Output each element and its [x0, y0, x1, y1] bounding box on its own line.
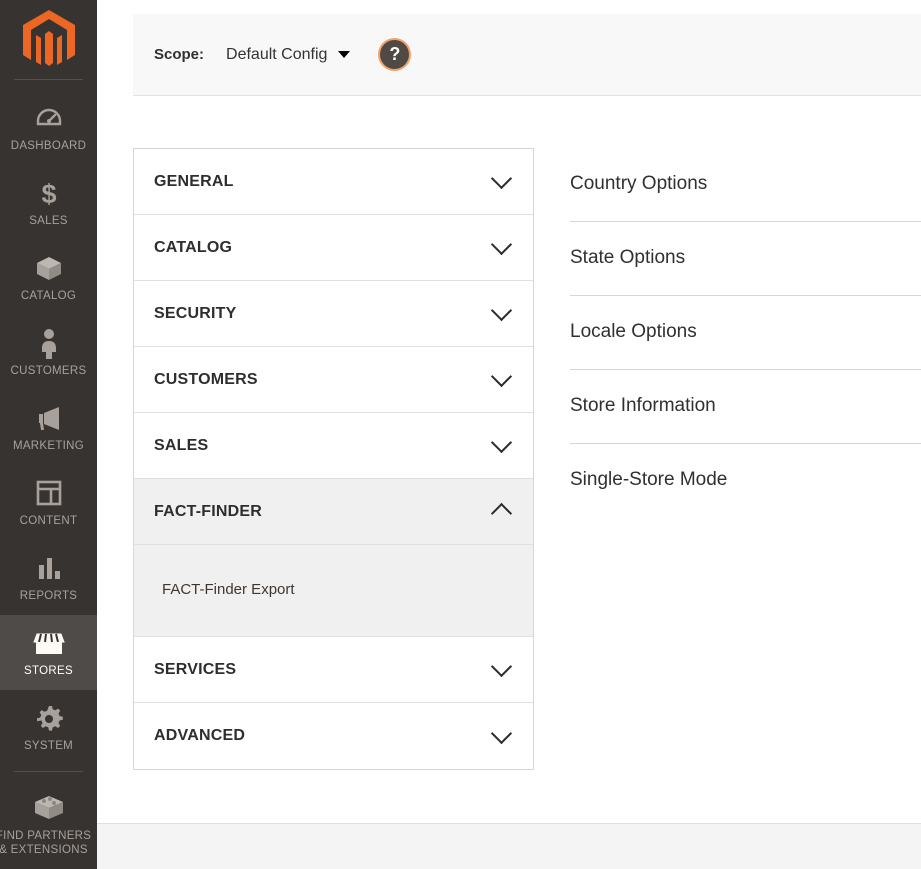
- sidebar-divider-top: [14, 79, 83, 81]
- sidebar-item-label: FIND PARTNERS & EXTENSIONS: [0, 830, 92, 857]
- sidebar-item-system[interactable]: SYSTEM: [0, 690, 97, 765]
- sidebar-item-catalog[interactable]: CATALOG: [0, 240, 97, 315]
- config-section-title: GENERAL: [154, 172, 234, 190]
- sidebar-item-label: REPORTS: [19, 590, 78, 603]
- chevron-down-icon: [490, 655, 513, 678]
- chevron-down-icon: [490, 299, 513, 322]
- main-content: Scope: Default Config ? GENERAL CATALOG …: [97, 0, 921, 869]
- sidebar-item-dashboard[interactable]: DASHBOARD: [0, 90, 97, 165]
- dollar-icon: $: [2, 176, 95, 210]
- dashboard-icon: [2, 101, 95, 135]
- config-section-sales: SALES: [134, 413, 533, 479]
- scope-bar: Scope: Default Config ?: [133, 14, 921, 96]
- megaphone-icon: [2, 401, 95, 435]
- sidebar-item-stores[interactable]: STORES: [0, 615, 97, 691]
- sidebar-item-label: SALES: [29, 215, 68, 228]
- admin-page: DASHBOARD $ SALES CATALOG CUSTOMERS MARK…: [0, 0, 921, 869]
- config-section-catalog: CATALOG: [134, 215, 533, 281]
- fieldset-country-options: Country Options: [570, 148, 921, 222]
- scope-selected-value: Default Config: [226, 45, 328, 63]
- chevron-down-icon: [490, 233, 513, 256]
- config-section-header[interactable]: GENERAL: [134, 149, 533, 215]
- config-subitem-list: FACT-Finder Export: [134, 545, 533, 637]
- admin-sidebar: DASHBOARD $ SALES CATALOG CUSTOMERS MARK…: [0, 0, 97, 869]
- svg-text:$: $: [41, 179, 56, 209]
- sidebar-item-label: SYSTEM: [23, 740, 74, 753]
- config-fieldset-list: Country Options State Options Locale Opt…: [534, 148, 921, 823]
- config-section-general: GENERAL: [134, 149, 533, 215]
- config-subitem-fact-finder-export[interactable]: FACT-Finder Export: [134, 575, 533, 604]
- config-section-title: CATALOG: [154, 238, 233, 256]
- fieldset-store-information: Store Information: [570, 370, 921, 444]
- config-section-header[interactable]: SERVICES: [134, 637, 533, 703]
- fieldset-state-options: State Options: [570, 222, 921, 296]
- config-section-fact-finder: FACT-FINDER FACT-Finder Export: [134, 479, 533, 637]
- config-section-title: SERVICES: [154, 660, 237, 678]
- scope-label: Scope:: [154, 46, 205, 63]
- sidebar-item-label: STORES: [24, 665, 73, 678]
- config-body: GENERAL CATALOG SECURITY CUSTOMERS SALES…: [133, 148, 921, 823]
- bar-chart-icon: [2, 551, 95, 585]
- config-section-customers: CUSTOMERS: [134, 347, 533, 413]
- storefront-icon: [2, 626, 95, 660]
- config-section-title: SALES: [154, 436, 209, 454]
- fieldset-single-store-mode: Single-Store Mode: [570, 444, 921, 517]
- config-section-header[interactable]: SALES: [134, 413, 533, 479]
- fieldset-title[interactable]: State Options: [570, 222, 921, 295]
- config-section-title: ADVANCED: [154, 727, 246, 744]
- sidebar-item-sales[interactable]: $ SALES: [0, 165, 97, 240]
- sidebar-item-label: CONTENT: [19, 515, 78, 528]
- sidebar-item-content[interactable]: CONTENT: [0, 465, 97, 540]
- chevron-down-icon: [338, 51, 351, 58]
- config-section-header[interactable]: FACT-FINDER: [134, 479, 533, 545]
- magento-logo-icon: [22, 9, 75, 66]
- chevron-down-icon: [490, 167, 513, 190]
- chevron-down-icon: [490, 365, 513, 388]
- sidebar-item-reports[interactable]: REPORTS: [0, 540, 97, 615]
- magento-logo[interactable]: [0, 0, 97, 79]
- page-footer: [97, 823, 921, 869]
- sidebar-divider-bottom: [14, 771, 83, 773]
- config-section-header[interactable]: CUSTOMERS: [134, 347, 533, 413]
- config-section-header[interactable]: SECURITY: [134, 281, 533, 347]
- sidebar-item-label: CUSTOMERS: [10, 365, 87, 378]
- sidebar-item-label: DASHBOARD: [10, 140, 87, 153]
- config-section-title: CUSTOMERS: [154, 370, 258, 388]
- config-section-title: SECURITY: [154, 304, 237, 322]
- scope-switcher[interactable]: Default Config: [226, 45, 351, 64]
- sidebar-item-marketing[interactable]: MARKETING: [0, 390, 97, 465]
- chevron-down-icon: [490, 722, 513, 744]
- fieldset-locale-options: Locale Options: [570, 296, 921, 370]
- fieldset-title[interactable]: Store Information: [570, 370, 921, 443]
- config-section-services: SERVICES: [134, 637, 533, 703]
- chevron-up-icon: [490, 502, 513, 525]
- help-button[interactable]: ?: [380, 40, 410, 69]
- config-section-title: FACT-FINDER: [154, 502, 262, 520]
- fieldset-title[interactable]: Country Options: [570, 148, 921, 221]
- chevron-down-icon: [490, 431, 513, 454]
- sidebar-item-customers[interactable]: CUSTOMERS: [0, 315, 97, 390]
- fieldset-title[interactable]: Locale Options: [570, 296, 921, 369]
- sidebar-item-label: CATALOG: [20, 290, 77, 303]
- sidebar-item-find-partners-extensions[interactable]: FIND PARTNERS & EXTENSIONS: [0, 780, 97, 869]
- box-icon: [2, 251, 95, 285]
- fieldset-title[interactable]: Single-Store Mode: [570, 444, 921, 517]
- config-section-advanced: ADVANCED: [134, 703, 533, 769]
- gear-icon: [2, 701, 95, 735]
- config-nav-panel: GENERAL CATALOG SECURITY CUSTOMERS SALES…: [133, 148, 534, 770]
- sidebar-item-label: MARKETING: [12, 440, 85, 453]
- config-section-security: SECURITY: [134, 281, 533, 347]
- config-section-header[interactable]: CATALOG: [134, 215, 533, 281]
- layout-icon: [2, 476, 95, 510]
- person-icon: [2, 326, 95, 360]
- config-section-header[interactable]: ADVANCED: [134, 703, 533, 769]
- blocks-icon: [2, 791, 95, 825]
